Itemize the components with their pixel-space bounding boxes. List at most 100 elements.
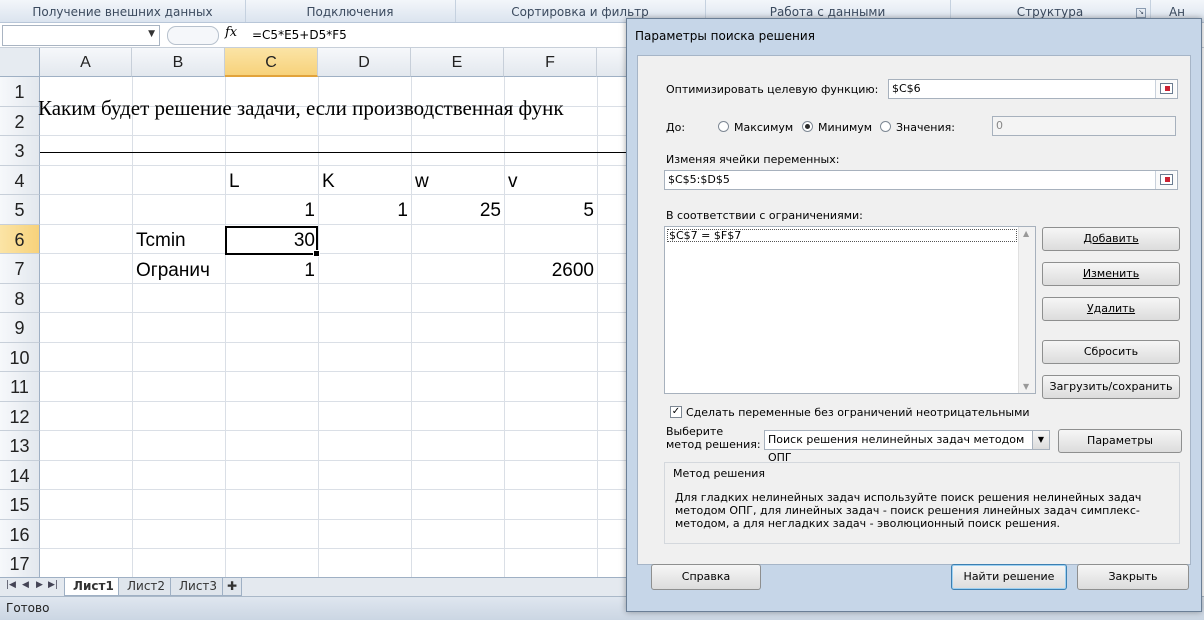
cell-a2-headline[interactable]: Каким будет решение задачи, если произво… [38, 96, 564, 121]
cell-b6[interactable]: Tcmin [136, 226, 186, 255]
cell-b7[interactable]: Огранич [136, 256, 210, 285]
name-box[interactable]: ▼ [2, 25, 160, 46]
insert-function-icon[interactable]: fx [225, 25, 237, 40]
delete-button[interactable]: Удалить [1042, 297, 1180, 321]
prev-sheet-icon[interactable]: ◀ [22, 580, 29, 590]
row-gridline [40, 430, 640, 431]
change-button[interactable]: Изменить [1042, 262, 1180, 286]
variables-value: $C$5:$D$5 [668, 173, 730, 186]
objective-value: $C$6 [892, 82, 921, 95]
column-header-c[interactable]: C [225, 48, 318, 77]
row-header-14[interactable]: 14 [0, 460, 40, 490]
row-gridline [40, 548, 640, 549]
cell-c5[interactable]: 1 [225, 196, 315, 225]
solve-button[interactable]: Найти решение [951, 564, 1067, 590]
method-select-value: Поиск решения нелинейных задач методом О… [768, 433, 1025, 464]
load-save-button[interactable]: Загрузить/сохранить [1042, 375, 1180, 399]
row-header-16[interactable]: 16 [0, 519, 40, 549]
scroll-down-icon[interactable]: ▼ [1023, 382, 1029, 391]
row-header-15[interactable]: 15 [0, 490, 40, 520]
formula-bar-splitter[interactable] [167, 26, 219, 45]
status-text: Готово [6, 601, 50, 615]
row-header-2[interactable]: 2 [0, 106, 40, 136]
sheet-tab-2[interactable]: Лист2 [118, 578, 175, 596]
dialog-launcher-icon[interactable]: ↘ [1136, 8, 1146, 18]
row-header-11[interactable]: 11 [0, 372, 40, 402]
close-button[interactable]: Закрыть [1077, 564, 1189, 590]
row-header-7[interactable]: 7 [0, 254, 40, 284]
row-gridline [40, 371, 640, 372]
to-label: До: [666, 121, 686, 134]
method-select[interactable]: Поиск решения нелинейных задач методом О… [764, 430, 1050, 464]
cell-f5[interactable]: 5 [504, 196, 594, 225]
chevron-down-icon[interactable]: ▼ [1032, 431, 1049, 449]
row-header-17[interactable]: 17 [0, 549, 40, 579]
row-header-1[interactable]: 1 [0, 77, 40, 107]
reset-button[interactable]: Сбросить [1042, 340, 1180, 364]
objective-input[interactable]: $C$6 [888, 79, 1178, 99]
sheet-tab-bar: |◀ ◀ ▶ ▶| Лист1 Лист2 Лист3 ✚ [0, 577, 630, 597]
row-header-3[interactable]: 3 [0, 136, 40, 166]
range-select-icon[interactable] [1155, 80, 1176, 98]
cell-f7[interactable]: 2600 [504, 256, 594, 285]
row-header-5[interactable]: 5 [0, 195, 40, 225]
radio-min[interactable] [802, 121, 813, 132]
row-header-10[interactable]: 10 [0, 342, 40, 372]
variables-label: Изменяя ячейки переменных: [666, 153, 840, 166]
range-select-icon[interactable] [1155, 171, 1176, 189]
row-header-13[interactable]: 13 [0, 431, 40, 461]
add-button[interactable]: Добавить [1042, 227, 1180, 251]
next-sheet-icon[interactable]: ▶ [36, 580, 43, 590]
column-header-e[interactable]: E [411, 48, 504, 77]
select-all-corner[interactable] [0, 48, 40, 77]
constraints-scrollbar[interactable]: ▲ ▼ [1018, 227, 1035, 393]
row-gridline [40, 135, 640, 136]
cell-f4[interactable]: v [508, 167, 518, 196]
sheet-tab-3[interactable]: Лист3 [170, 578, 227, 596]
row-header-6[interactable]: 6 [0, 224, 40, 254]
dialog-body: Оптимизировать целевую функцию: $C$6 До:… [637, 55, 1191, 565]
sheet-tab-1[interactable]: Лист1 [64, 578, 123, 596]
ribbon-group-external-data: Получение внешних данных [0, 0, 246, 22]
help-button[interactable]: Справка [651, 564, 761, 590]
radio-max[interactable] [718, 121, 729, 132]
cell-e5[interactable]: 25 [411, 196, 501, 225]
cell-d5[interactable]: 1 [318, 196, 408, 225]
column-header-a[interactable]: A [40, 48, 132, 77]
row-header-4[interactable]: 4 [0, 165, 40, 195]
variables-input[interactable]: $C$5:$D$5 [664, 170, 1178, 190]
dialog-title: Параметры поиска решения [635, 29, 815, 43]
active-cell-cursor[interactable] [225, 226, 320, 257]
row-header-9[interactable]: 9 [0, 313, 40, 343]
chevron-down-icon[interactable]: ▼ [148, 29, 155, 39]
last-sheet-icon[interactable]: ▶| [48, 580, 58, 590]
constraints-list[interactable]: $C$7 = $F$7 ▲ ▼ [664, 226, 1036, 394]
radio-max-label[interactable]: Максимум [734, 121, 793, 134]
nonnegative-label[interactable]: Сделать переменные без ограничений неотр… [686, 406, 1030, 419]
column-header-f[interactable]: F [504, 48, 597, 77]
radio-value-label[interactable]: Значения: [896, 121, 955, 134]
constraint-item[interactable]: $C$7 = $F$7 [667, 229, 1017, 242]
row-header-8[interactable]: 8 [0, 283, 40, 313]
ribbon-group-outline-label: Структура [1016, 5, 1084, 19]
first-sheet-icon[interactable]: |◀ [6, 580, 16, 590]
row-gridline [40, 400, 640, 402]
radio-min-label[interactable]: Минимум [818, 121, 872, 134]
scroll-up-icon[interactable]: ▲ [1023, 229, 1029, 238]
formula-input[interactable]: =C5*E5+D5*F5 [252, 28, 347, 42]
method-group-title: Метод решения [673, 467, 766, 480]
cell-e4[interactable]: w [415, 167, 429, 196]
row-header-12[interactable]: 12 [0, 401, 40, 431]
cell-c4[interactable]: L [229, 167, 240, 196]
insert-sheet-icon[interactable]: ✚ [222, 578, 243, 596]
cell-c7[interactable]: 1 [225, 256, 315, 285]
value-input[interactable]: 0 [992, 116, 1176, 136]
column-header-d[interactable]: D [318, 48, 411, 77]
radio-value[interactable] [880, 121, 891, 132]
column-header-b[interactable]: B [132, 48, 225, 77]
params-button[interactable]: Параметры [1058, 429, 1182, 453]
nonnegative-checkbox[interactable]: ✓ [670, 406, 682, 418]
method-description-group: Метод решения Для гладких нелинейных зад… [664, 462, 1180, 544]
method-label-1: Выберите [666, 425, 724, 438]
cell-d4[interactable]: K [322, 167, 335, 196]
